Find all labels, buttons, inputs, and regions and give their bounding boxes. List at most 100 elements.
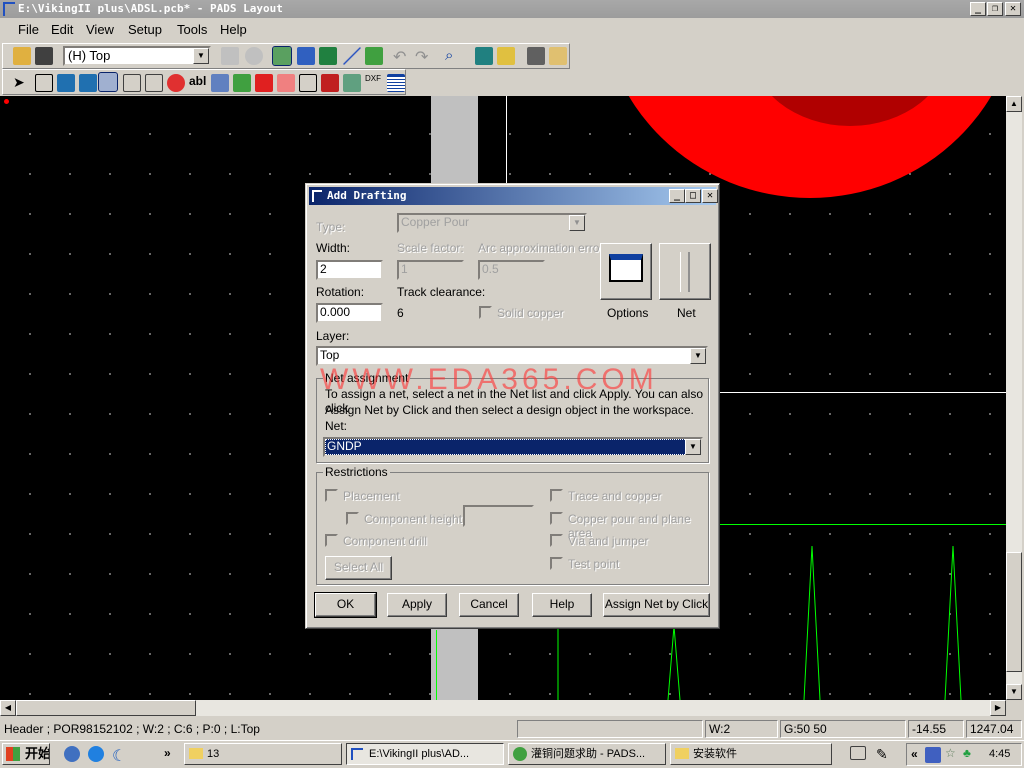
board-outline-icon[interactable] bbox=[145, 74, 163, 92]
copper-pour-plane-checkbox[interactable] bbox=[550, 512, 563, 525]
list-icon[interactable] bbox=[387, 74, 405, 92]
modify-icon[interactable] bbox=[299, 74, 317, 92]
component-height-input[interactable] bbox=[463, 505, 534, 527]
cursor-line-h bbox=[720, 392, 1006, 393]
net-combo[interactable]: GNDP ▼ bbox=[323, 437, 703, 457]
start-button[interactable]: 开始 bbox=[2, 743, 50, 765]
arc-error-input[interactable]: 0.5 bbox=[478, 260, 545, 280]
assign-net-by-click-button[interactable]: Assign Net by Click bbox=[603, 593, 710, 617]
desktop-icon[interactable] bbox=[64, 746, 80, 762]
hammer-icon[interactable] bbox=[527, 47, 545, 65]
route-icon[interactable] bbox=[297, 47, 315, 65]
menu-tools[interactable]: Tools bbox=[177, 22, 207, 37]
minimize-button[interactable]: _ bbox=[970, 2, 986, 16]
undo-icon[interactable]: ↶ bbox=[393, 47, 411, 66]
menu-file[interactable]: File bbox=[18, 22, 39, 37]
scroll-right-button[interactable]: ▶ bbox=[990, 700, 1006, 716]
dialog-minimize-button[interactable]: _ bbox=[669, 189, 685, 203]
placement-checkbox[interactable] bbox=[325, 489, 338, 502]
options-button[interactable] bbox=[600, 243, 652, 300]
tray-expand[interactable]: « bbox=[911, 747, 918, 761]
task-folder-install[interactable]: 安装软件 bbox=[670, 743, 832, 765]
component-height-label: Component height bbox=[364, 512, 463, 526]
menu-setup[interactable]: Setup bbox=[128, 22, 162, 37]
network-icon[interactable] bbox=[925, 747, 941, 763]
cancel-button[interactable]: Cancel bbox=[459, 593, 519, 617]
chevron-down-icon[interactable]: ▼ bbox=[193, 48, 209, 64]
scroll-left-button[interactable]: ◀ bbox=[0, 700, 16, 716]
library-icon[interactable] bbox=[233, 74, 251, 92]
tree-icon[interactable]: ♣ bbox=[963, 746, 979, 762]
apply-button[interactable]: Apply bbox=[387, 593, 447, 617]
quicklaunch-more[interactable]: » bbox=[164, 746, 171, 760]
maximize-button[interactable]: ❐ bbox=[987, 2, 1003, 16]
label-icon[interactable] bbox=[211, 74, 229, 92]
scale-factor-input[interactable]: 1 bbox=[397, 260, 464, 280]
task-folder-13[interactable]: 13 bbox=[184, 743, 342, 765]
copper-icon[interactable] bbox=[57, 74, 75, 92]
component-drill-checkbox[interactable] bbox=[325, 534, 338, 547]
horizontal-scrollbar[interactable]: ◀ ▶ bbox=[0, 700, 1006, 716]
zoom-icon[interactable]: ⌕ bbox=[445, 47, 463, 65]
menu-edit[interactable]: Edit bbox=[51, 22, 73, 37]
dialog-maximize-button[interactable]: □ bbox=[685, 189, 701, 203]
select-shape-icon[interactable] bbox=[35, 74, 53, 92]
component-height-checkbox[interactable] bbox=[346, 512, 359, 525]
copper-pour-icon[interactable] bbox=[98, 72, 118, 92]
star-icon[interactable]: ☆ bbox=[945, 746, 961, 762]
pen-icon[interactable]: ✎ bbox=[876, 746, 894, 764]
solid-copper-checkbox[interactable] bbox=[479, 306, 492, 319]
bga-icon[interactable] bbox=[365, 47, 383, 65]
dxf-icon[interactable]: DXF bbox=[365, 74, 383, 92]
ecodesign-icon[interactable] bbox=[319, 47, 337, 65]
vertical-scroll-thumb[interactable] bbox=[1006, 552, 1022, 672]
menu-view[interactable]: View bbox=[86, 22, 114, 37]
via-jumper-checkbox[interactable] bbox=[550, 534, 563, 547]
help-button[interactable]: Help bbox=[532, 593, 592, 617]
select-icon[interactable]: ➤ bbox=[13, 74, 31, 92]
chevron-down-icon[interactable]: ▼ bbox=[690, 348, 706, 364]
text-icon[interactable]: abl bbox=[189, 74, 207, 92]
design-mode-icon[interactable] bbox=[272, 46, 292, 66]
save-icon[interactable] bbox=[35, 47, 53, 65]
trace-copper-checkbox[interactable] bbox=[550, 489, 563, 502]
keepout-icon[interactable] bbox=[167, 74, 185, 92]
vertical-scrollbar[interactable]: ▲ ▼ bbox=[1006, 96, 1022, 700]
rotation-input[interactable]: 0.000 bbox=[316, 303, 383, 323]
type-combo[interactable]: Copper Pour ▼ bbox=[397, 213, 587, 233]
net-button[interactable] bbox=[659, 243, 711, 300]
task-pads-layout[interactable]: E:\VikingII plus\AD... bbox=[346, 743, 504, 765]
scroll-up-button[interactable]: ▲ bbox=[1006, 96, 1022, 112]
part-icon[interactable] bbox=[321, 74, 339, 92]
close-button[interactable]: ✕ bbox=[1005, 2, 1021, 16]
task-browser[interactable]: 灌铜问题求助 - PADS... bbox=[508, 743, 666, 765]
width-input[interactable]: 2 bbox=[316, 260, 383, 280]
copper-cutout-icon[interactable] bbox=[79, 74, 97, 92]
refresh-icon[interactable] bbox=[245, 47, 263, 65]
brush-icon[interactable] bbox=[497, 47, 515, 65]
split-plane-icon[interactable] bbox=[277, 74, 295, 92]
hatch-icon[interactable] bbox=[123, 74, 141, 92]
test-point-checkbox[interactable] bbox=[550, 557, 563, 570]
chevron-down-icon[interactable]: ▼ bbox=[685, 439, 701, 455]
menu-help[interactable]: Help bbox=[220, 22, 247, 37]
scroll-down-button[interactable]: ▼ bbox=[1006, 684, 1022, 700]
open-icon[interactable] bbox=[13, 47, 31, 65]
ie-icon[interactable] bbox=[88, 746, 104, 762]
view-icon[interactable] bbox=[475, 47, 493, 65]
ok-button[interactable]: OK bbox=[314, 592, 377, 618]
layer-combo[interactable]: (H) Top ▼ bbox=[63, 46, 211, 66]
horizontal-scroll-thumb[interactable] bbox=[16, 700, 196, 716]
window-icon[interactable] bbox=[549, 47, 567, 65]
line-icon[interactable] bbox=[343, 47, 361, 65]
chevron-down-icon[interactable]: ▼ bbox=[569, 215, 585, 231]
terminal-icon[interactable] bbox=[343, 74, 361, 92]
redo-icon[interactable]: ↷ bbox=[415, 47, 433, 66]
plane-icon[interactable] bbox=[255, 74, 273, 92]
keyboard-icon[interactable] bbox=[850, 746, 866, 760]
quicklaunch-icon[interactable]: ☾ bbox=[112, 746, 130, 765]
properties-icon[interactable] bbox=[221, 47, 239, 65]
dialog-close-button[interactable]: ✕ bbox=[702, 189, 718, 203]
select-all-button[interactable]: Select All bbox=[325, 556, 392, 580]
layer-combo[interactable]: Top ▼ bbox=[316, 346, 708, 366]
